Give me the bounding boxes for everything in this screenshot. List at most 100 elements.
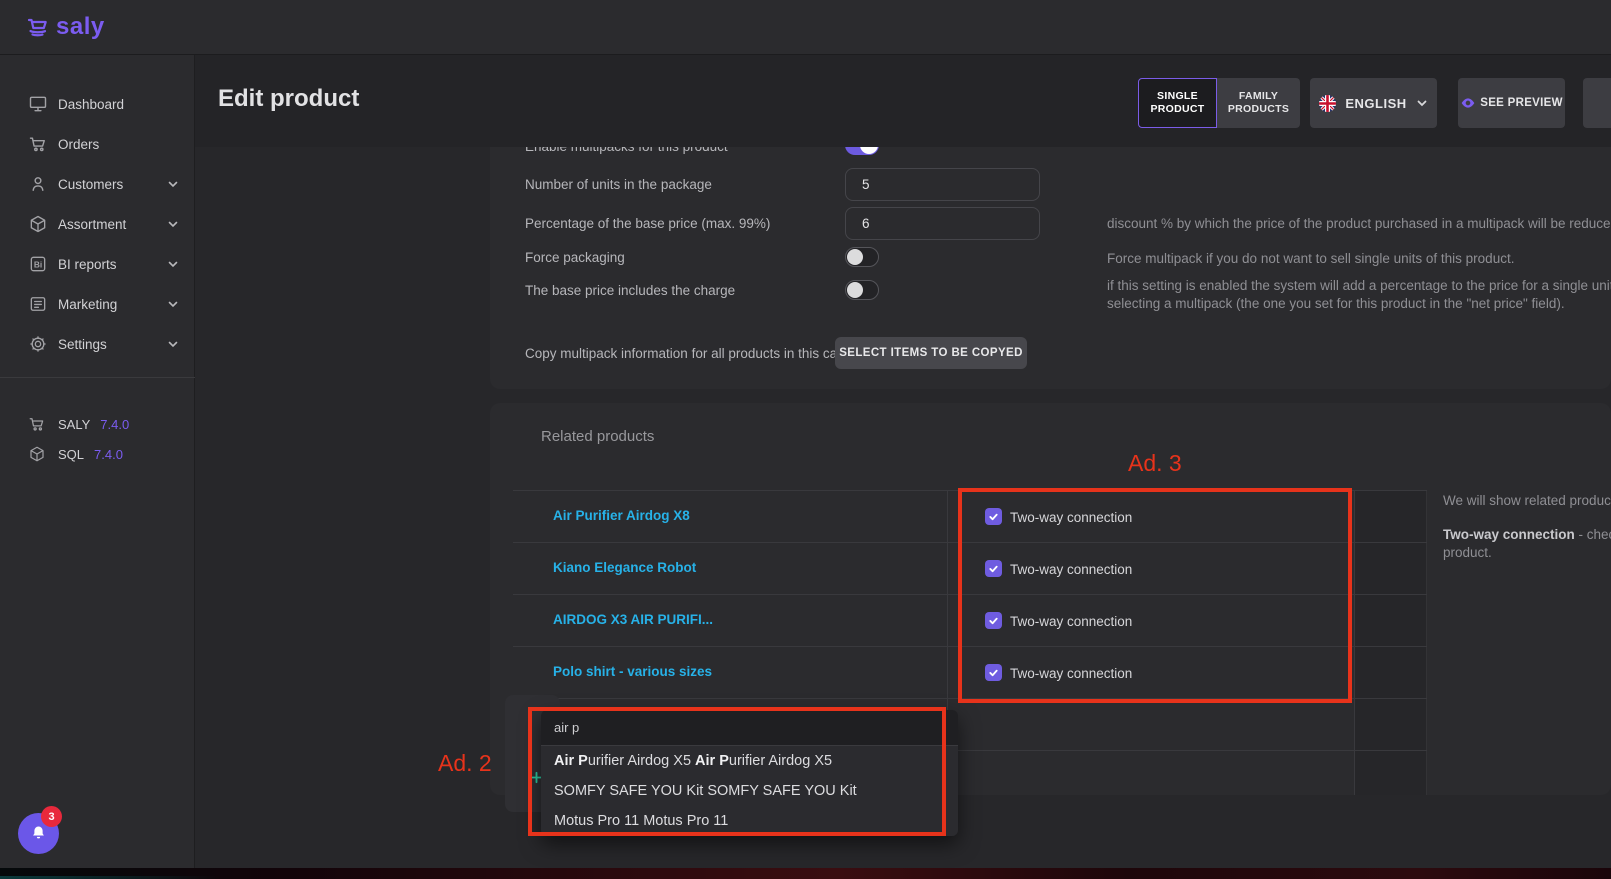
related-note-after-bold: - checking bbox=[1575, 527, 1611, 542]
table-row: Polo shirt - various sizes Two-way conne… bbox=[513, 646, 1427, 698]
notifications-badge: 3 bbox=[41, 806, 62, 827]
cube-icon bbox=[28, 445, 46, 463]
sidebar-item-label: Assortment bbox=[58, 217, 126, 232]
percent-input[interactable] bbox=[845, 207, 1040, 240]
product-link[interactable]: Air Purifier Airdog X8 bbox=[553, 508, 690, 523]
see-preview-label: SEE PREVIEW bbox=[1480, 97, 1563, 109]
force-packaging-toggle[interactable] bbox=[845, 247, 879, 267]
sidebar: Dashboard Orders Customers Assortment Bi bbox=[0, 55, 195, 868]
version-number: 7.4.0 bbox=[100, 417, 129, 432]
chevron-down-icon bbox=[167, 178, 179, 190]
two-way-connection-checkbox[interactable] bbox=[985, 508, 1002, 525]
marketing-icon bbox=[28, 294, 48, 314]
toggle-knob bbox=[860, 147, 878, 154]
related-note-line3: product. bbox=[1443, 545, 1492, 560]
single-product-button[interactable]: SINGLE PRODUCT bbox=[1138, 78, 1217, 128]
sidebar-item-dashboard[interactable]: Dashboard bbox=[0, 84, 195, 124]
customers-icon bbox=[28, 174, 48, 194]
sidebar-item-label: Dashboard bbox=[58, 97, 124, 112]
version-name: SQL bbox=[58, 447, 84, 462]
sidebar-item-label: BI reports bbox=[58, 257, 117, 272]
two-way-connection-label: Two-way connection bbox=[1010, 614, 1132, 629]
page-header: Edit product SINGLE PRODUCT FAMILY PRODU… bbox=[195, 55, 1611, 147]
sidebar-item-customers[interactable]: Customers bbox=[0, 164, 195, 204]
two-way-connection-checkbox[interactable] bbox=[985, 560, 1002, 577]
logo-text: saly bbox=[56, 13, 105, 41]
chevron-down-icon bbox=[167, 258, 179, 270]
base-price-charge-description-line1: if this setting is enabled the system wi… bbox=[1107, 278, 1611, 293]
select-items-to-be-copied-button[interactable]: SELECT ITEMS TO BE COPYED bbox=[835, 337, 1027, 369]
eye-icon bbox=[1460, 95, 1476, 111]
table-row: AIRDOG X3 AIR PURIFI... Two-way connecti… bbox=[513, 594, 1427, 646]
base-price-charge-toggle[interactable] bbox=[845, 280, 879, 300]
product-link[interactable]: AIRDOG X3 AIR PURIFI... bbox=[553, 612, 713, 627]
bi-reports-icon: Bi bbox=[28, 254, 48, 274]
sidebar-item-label: Marketing bbox=[58, 297, 117, 312]
sidebar-item-orders[interactable]: Orders bbox=[0, 124, 195, 164]
product-link[interactable]: Kiano Elegance Robot bbox=[553, 560, 696, 575]
svg-text:Bi: Bi bbox=[34, 259, 42, 269]
family-products-button[interactable]: FAMILY PRODUCTS bbox=[1217, 78, 1300, 128]
see-preview-button[interactable]: SEE PREVIEW bbox=[1458, 78, 1565, 128]
check-icon bbox=[988, 615, 999, 626]
language-selector[interactable]: ENGLISH bbox=[1310, 78, 1437, 128]
enable-multipacks-toggle[interactable] bbox=[845, 147, 879, 155]
units-label: Number of units in the package bbox=[525, 177, 712, 192]
version-row-saly: SALY 7.4.0 bbox=[0, 409, 195, 439]
toggle-knob bbox=[847, 282, 863, 298]
percent-label: Percentage of the base price (max. 99%) bbox=[525, 216, 770, 231]
units-input[interactable] bbox=[845, 168, 1040, 201]
chevron-down-icon bbox=[167, 218, 179, 230]
partial-button[interactable] bbox=[1583, 78, 1611, 128]
uk-flag-icon bbox=[1319, 95, 1336, 112]
two-way-connection-checkbox[interactable] bbox=[985, 664, 1002, 681]
saly-logo[interactable]: saly bbox=[26, 13, 105, 41]
search-result-option[interactable]: SOMFY SAFE YOU Kit SOMFY SAFE YOU Kit bbox=[541, 776, 958, 806]
version-name: SALY bbox=[58, 417, 90, 432]
language-label: ENGLISH bbox=[1345, 96, 1406, 111]
sidebar-item-assortment[interactable]: Assortment bbox=[0, 204, 195, 244]
product-link[interactable]: Polo shirt - various sizes bbox=[553, 664, 712, 679]
search-result-option[interactable]: Air Purifier Airdog X5 Air Purifier Aird… bbox=[541, 746, 958, 776]
cart-logo-icon bbox=[26, 14, 52, 40]
product-search-dropdown: Air Purifier Airdog X5 Air Purifier Aird… bbox=[541, 710, 958, 836]
two-way-connection-label: Two-way connection bbox=[1010, 562, 1132, 577]
option-text: urifier Airdog X5 bbox=[729, 753, 832, 769]
dashboard-icon bbox=[28, 94, 48, 114]
table-row: Air Purifier Airdog X8 Two-way connectio… bbox=[513, 490, 1427, 542]
sidebar-item-bi-reports[interactable]: Bi BI reports bbox=[0, 244, 195, 284]
sidebar-item-label: Orders bbox=[58, 137, 99, 152]
sidebar-divider bbox=[0, 377, 195, 378]
search-result-option[interactable]: Motus Pro 11 Motus Pro 11 bbox=[541, 806, 958, 836]
force-packaging-description: Force multipack if you do not want to se… bbox=[1107, 251, 1514, 266]
table-row: Kiano Elegance Robot Two-way connection bbox=[513, 542, 1427, 594]
percent-description: discount % by which the price of the pro… bbox=[1107, 216, 1611, 231]
topbar: saly bbox=[0, 0, 1611, 55]
page-title: Edit product bbox=[218, 85, 359, 113]
option-text: urifier Airdog X5 bbox=[588, 753, 695, 769]
toggle-knob bbox=[847, 249, 863, 265]
sidebar-item-marketing[interactable]: Marketing bbox=[0, 284, 195, 324]
check-icon bbox=[988, 511, 999, 522]
multipack-card: Enable multipacks for this product Numbe… bbox=[490, 147, 1611, 389]
product-search-input[interactable] bbox=[541, 710, 958, 746]
enable-multipacks-label: Enable multipacks for this product bbox=[525, 147, 728, 154]
match-highlight: Air P bbox=[695, 753, 729, 769]
chevron-down-icon bbox=[1416, 97, 1428, 109]
two-way-connection-label: Two-way connection bbox=[1010, 510, 1132, 525]
related-note-bold: Two-way connection bbox=[1443, 527, 1575, 542]
match-highlight: Air P bbox=[554, 753, 588, 769]
related-note-line2: Two-way connection - checking bbox=[1443, 527, 1611, 542]
sidebar-item-settings[interactable]: Settings bbox=[0, 324, 195, 364]
annotation-label-ad2: Ad. 2 bbox=[438, 750, 492, 777]
chevron-down-icon bbox=[167, 298, 179, 310]
chevron-down-icon bbox=[167, 338, 179, 350]
two-way-connection-checkbox[interactable] bbox=[985, 612, 1002, 629]
related-note-line1: We will show related products w bbox=[1443, 493, 1611, 508]
assortment-icon bbox=[28, 214, 48, 234]
search-results-list: Air Purifier Airdog X5 Air Purifier Aird… bbox=[541, 746, 958, 836]
base-price-charge-description-line2: selecting a multipack (the one you set f… bbox=[1107, 296, 1565, 311]
related-products-title: Related products bbox=[541, 428, 654, 445]
version-number: 7.4.0 bbox=[94, 447, 123, 462]
bell-icon bbox=[29, 824, 48, 843]
